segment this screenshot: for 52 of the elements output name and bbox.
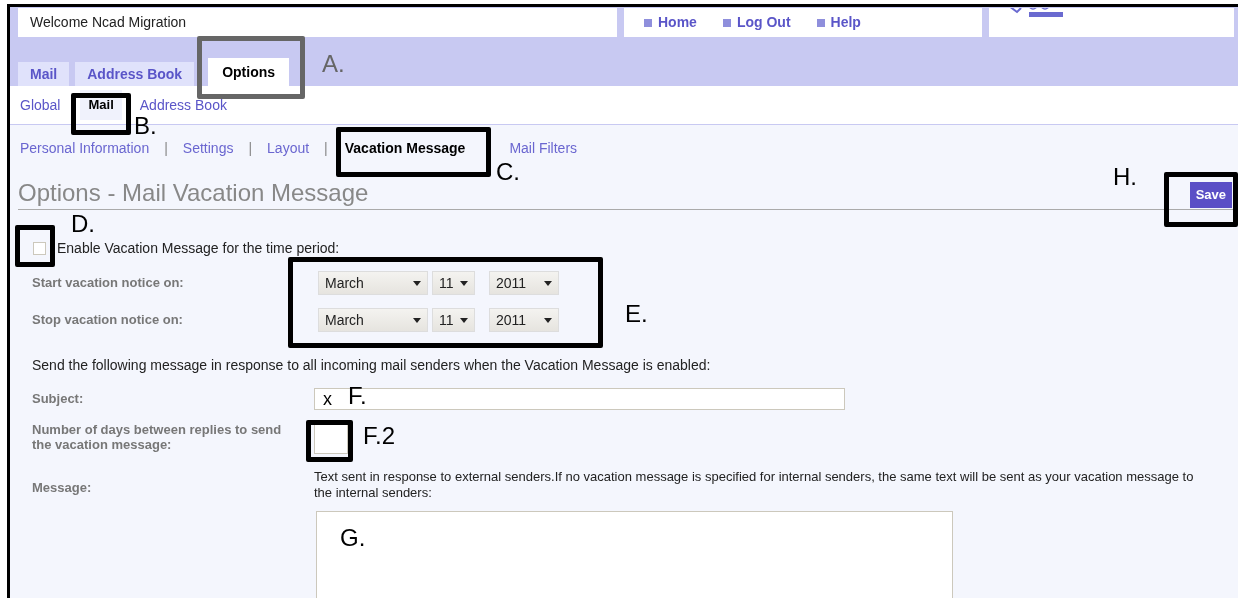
checkbox[interactable] — [33, 241, 46, 255]
field-label: Start vacation notice on: — [32, 274, 185, 293]
save-button[interactable]: Save — [1189, 182, 1232, 208]
separator: | — [247, 138, 254, 158]
dropdown[interactable]: 2011 — [489, 271, 559, 295]
bullet-icon — [722, 18, 731, 27]
caret-icon — [413, 317, 421, 323]
header-link[interactable]: Log Out — [736, 12, 791, 33]
section-link[interactable]: Layout — [267, 137, 310, 159]
tab[interactable]: Address Book — [75, 62, 195, 86]
subtab[interactable]: Global — [20, 90, 61, 120]
section-link[interactable]: Mail Filters — [509, 137, 578, 159]
annotation-label: A. — [322, 52, 345, 76]
caret-icon — [460, 280, 468, 286]
header-link[interactable]: Help — [830, 12, 861, 33]
section-link[interactable]: Settings — [182, 137, 234, 159]
checkbox-label: Enable Vacation Message for the time period: — [57, 238, 340, 258]
caret-icon — [413, 280, 421, 286]
field-label: Stop vacation notice on: — [32, 311, 184, 330]
annotation-label: F.2 — [363, 424, 395, 448]
bullet-icon — [644, 18, 652, 27]
welcome-text: Welcome Ncad Migration — [30, 13, 187, 32]
dropdown[interactable]: March — [318, 308, 428, 332]
tab[interactable]: Mail — [18, 62, 70, 86]
caret-icon — [460, 317, 468, 323]
field-label: Subject: — [32, 390, 85, 409]
tab[interactable]: Options — [208, 58, 290, 86]
field-label: Number of days between replies to send the vacation message: — [32, 422, 282, 452]
annotation-label: C. — [496, 160, 520, 184]
separator: | — [163, 138, 169, 158]
header-link[interactable]: Home — [658, 12, 697, 33]
message-hint: Text sent in response to external senders.If no vacation message is specified for internal senders, the same text will be sent as your vacation message to the internal senders: — [314, 469, 1194, 501]
caret-icon — [544, 280, 552, 286]
section-link[interactable]: Vacation Message — [344, 137, 466, 159]
section-link[interactable]: Personal Information — [20, 137, 150, 159]
dropdown[interactable]: 11 — [432, 308, 475, 332]
days-field[interactable] — [314, 424, 348, 454]
dropdown[interactable]: 11 — [432, 271, 475, 295]
annotation-label: D. — [71, 212, 95, 236]
page-title: Options - Mail Vacation Message — [18, 181, 369, 205]
dropdown[interactable]: 2011 — [489, 308, 559, 332]
annotation-label: B. — [134, 114, 157, 138]
field-label: Message: — [32, 479, 93, 497]
caret-icon — [544, 317, 552, 323]
annotation-label: G. — [340, 526, 366, 550]
message-field[interactable] — [316, 511, 953, 598]
annotation-label: H. — [1113, 165, 1137, 189]
bullet-icon — [816, 18, 825, 27]
dropdown[interactable]: March — [318, 271, 428, 295]
intro-text: Send the following message in response to all incoming mail senders when the Vacation Message is enabled: — [32, 356, 712, 374]
separator: | — [323, 138, 329, 158]
annotation-label: E. — [625, 302, 648, 326]
